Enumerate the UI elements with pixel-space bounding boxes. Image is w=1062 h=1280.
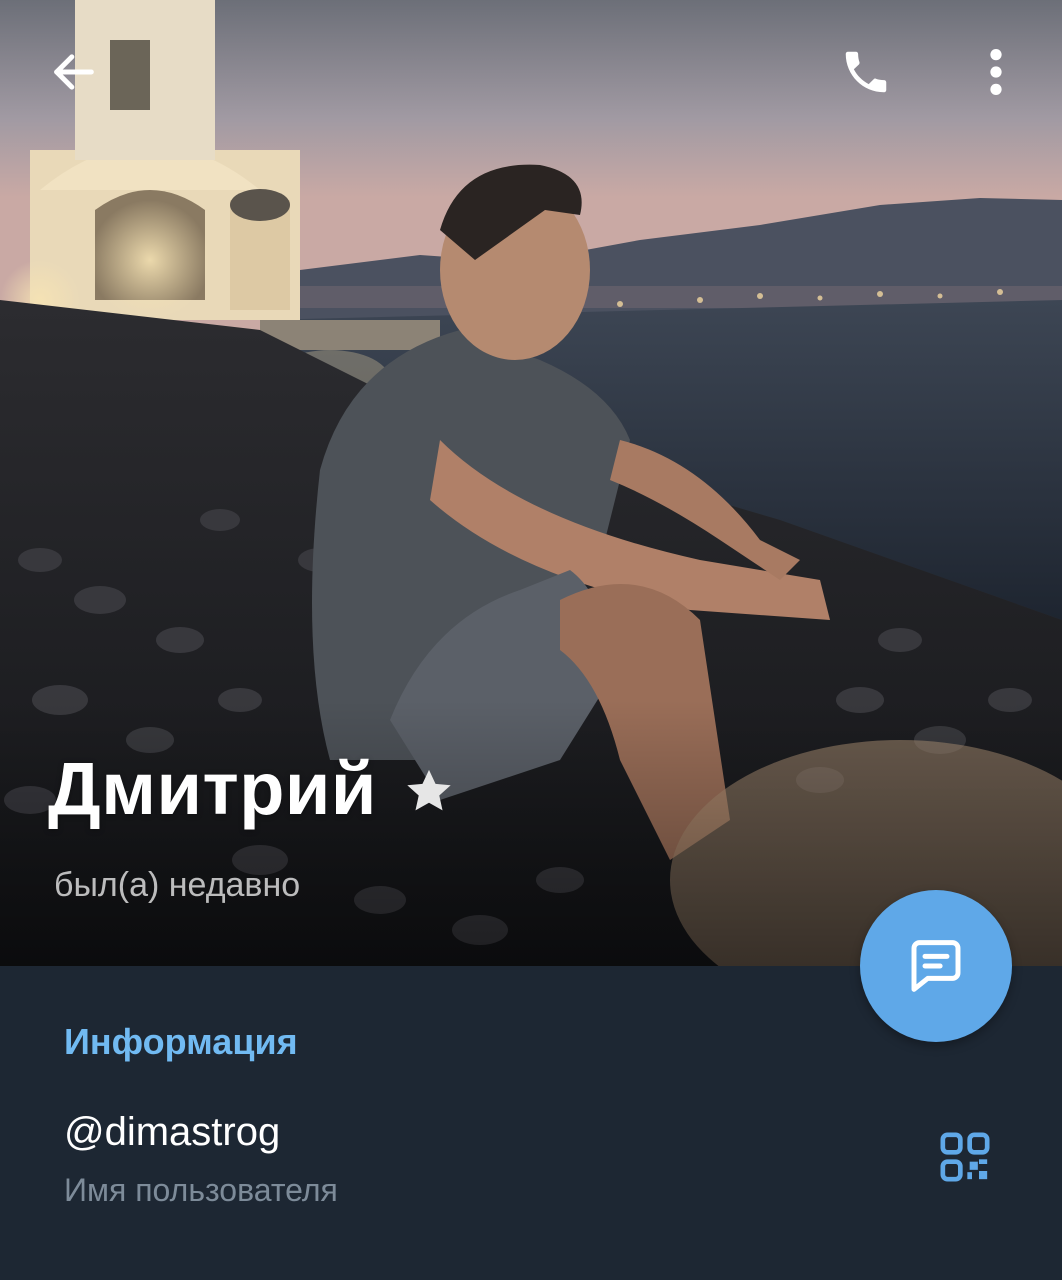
qr-code-button[interactable] <box>920 1112 1010 1202</box>
last-seen-status: был(а) недавно <box>54 866 301 904</box>
send-message-button[interactable] <box>860 890 1012 1042</box>
call-button[interactable] <box>818 24 914 120</box>
username-value[interactable]: @dimastrog <box>64 1112 280 1152</box>
back-button[interactable] <box>26 24 122 120</box>
username-caption: Имя пользователя <box>64 1172 338 1208</box>
qr-code-icon <box>940 1132 990 1182</box>
arrow-left-icon <box>54 54 94 90</box>
message-icon <box>911 940 961 992</box>
premium-star-icon[interactable] <box>401 764 457 820</box>
more-options-button[interactable] <box>948 24 1044 120</box>
section-title: Информация <box>64 1021 298 1062</box>
profile-name-row: Дмитрий <box>48 752 457 826</box>
phone-icon <box>845 51 887 93</box>
profile-name: Дмитрий <box>48 747 377 830</box>
profile-photo-header: Дмитрий был(а) недавно <box>0 0 1062 966</box>
more-vertical-icon <box>990 49 1002 95</box>
